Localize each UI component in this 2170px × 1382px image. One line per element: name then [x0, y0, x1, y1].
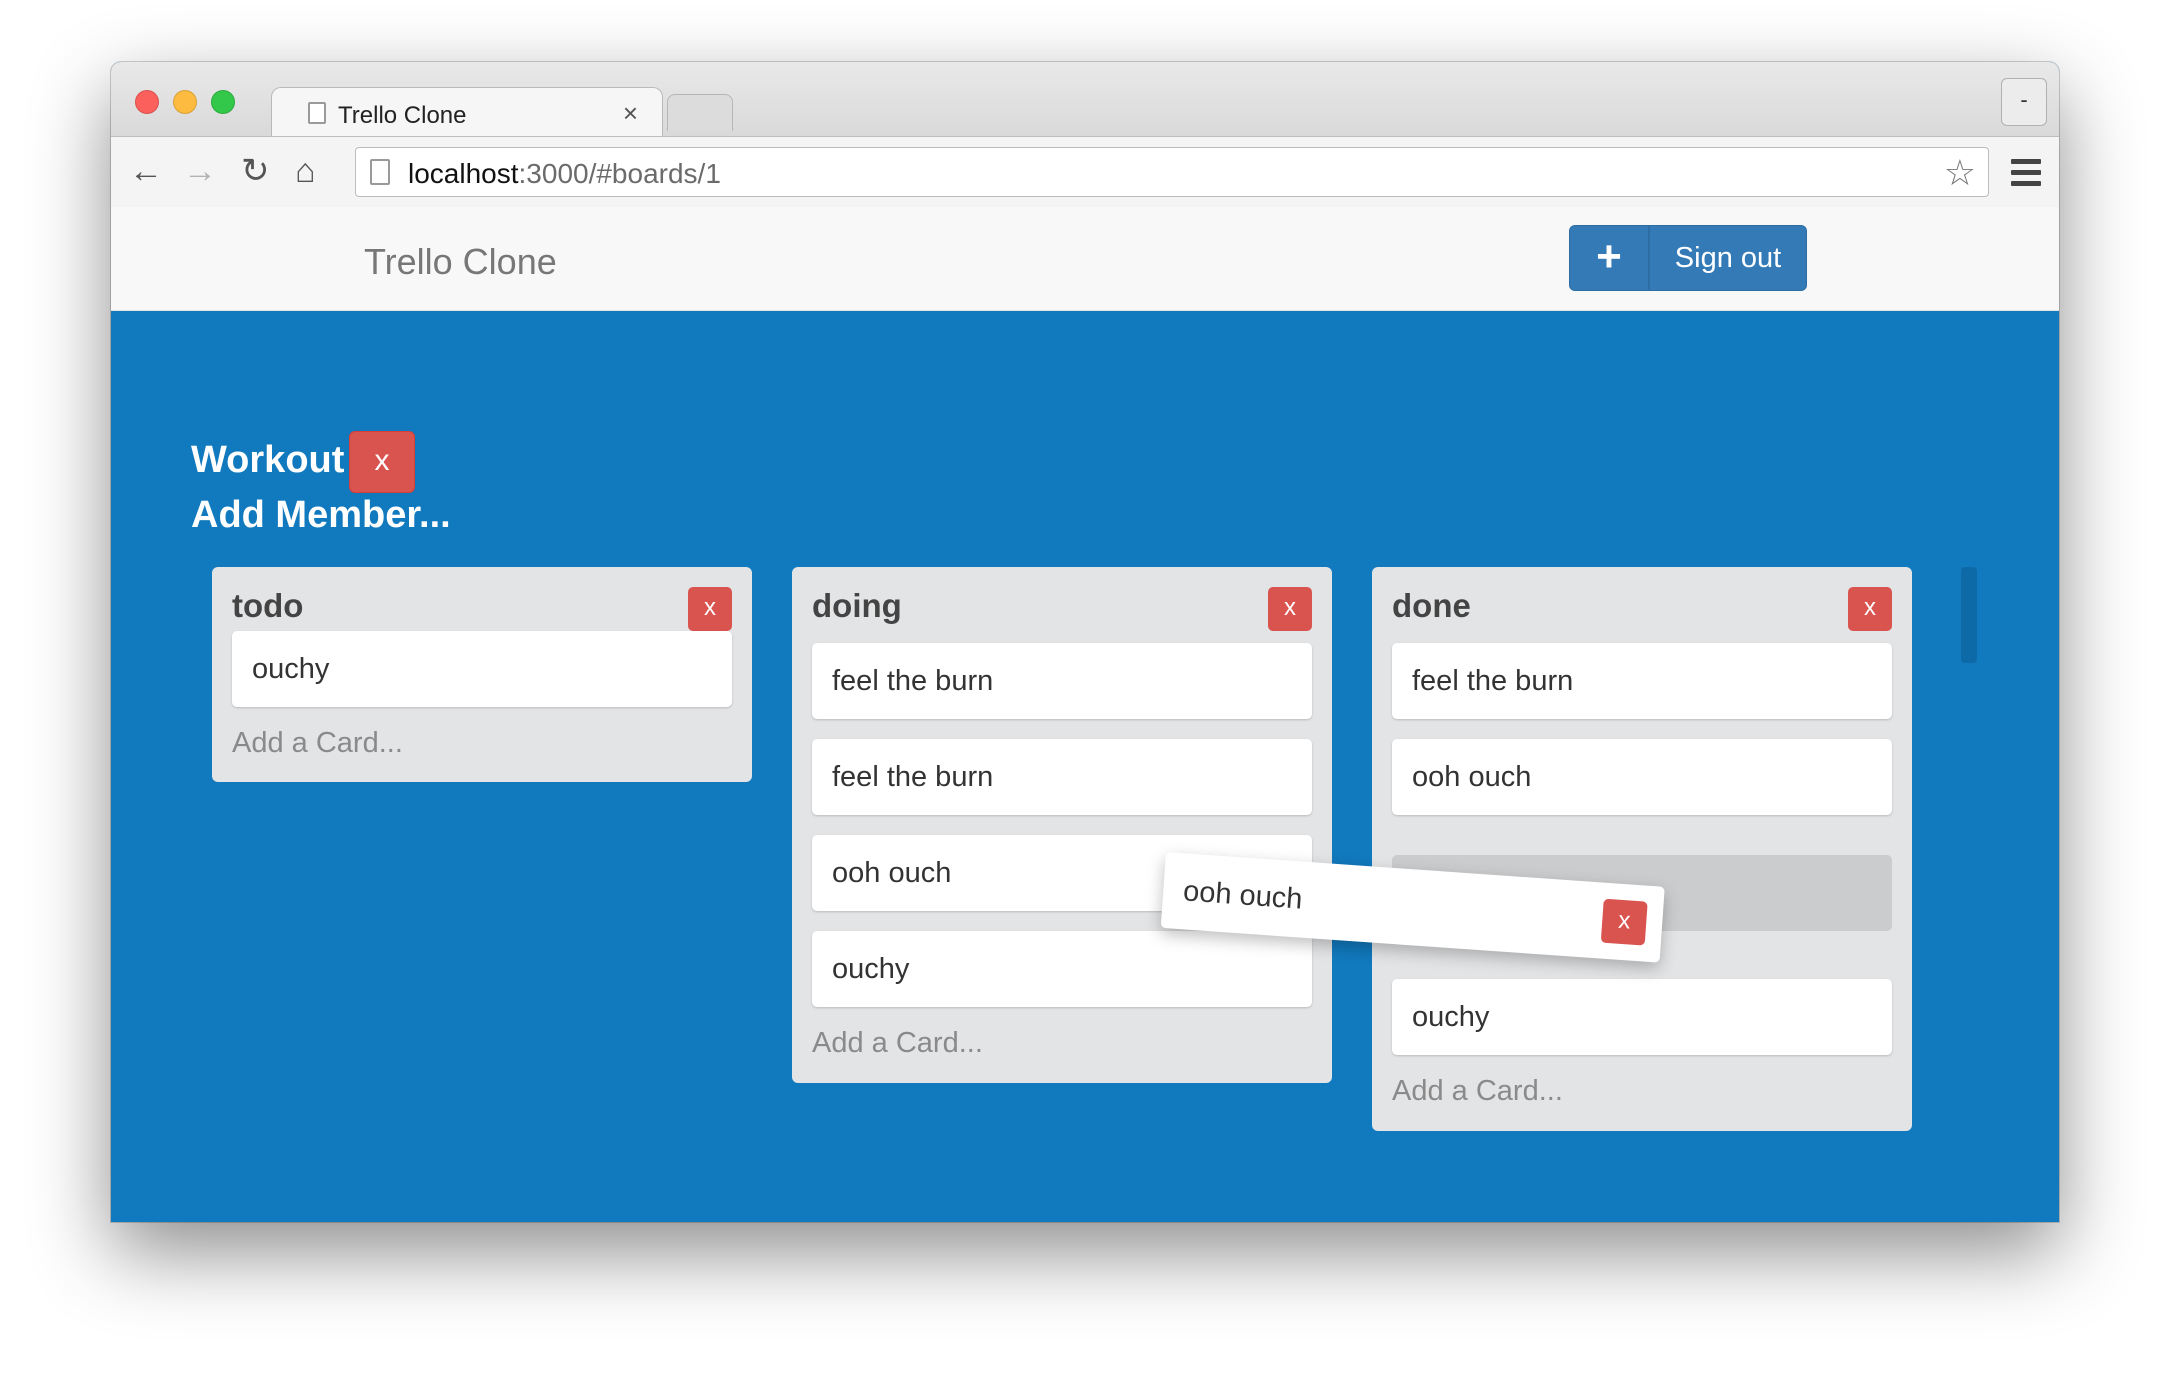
add-card-link[interactable]: Add a Card... [812, 1027, 983, 1060]
close-window-button[interactable] [135, 90, 159, 114]
browser-tab[interactable]: Trello Clone × [271, 87, 663, 138]
list-title[interactable]: doing [812, 587, 902, 625]
bookmark-star-icon[interactable]: ☆ [1944, 152, 1976, 194]
url-path: :3000/#boards/1 [518, 158, 721, 189]
add-board-button[interactable]: + [1569, 225, 1649, 291]
list-doing: doing x feel the burn feel the burn ooh … [792, 567, 1332, 1083]
forward-arrow-icon[interactable]: → [183, 151, 217, 191]
tab-title: Trello Clone [338, 102, 467, 129]
sign-out-button[interactable]: Sign out [1649, 225, 1807, 291]
app-navbar: Trello Clone + Sign out [111, 207, 2059, 311]
minimize-window-button[interactable] [173, 90, 197, 114]
tab-close-icon[interactable]: × [623, 98, 638, 129]
back-arrow-icon[interactable]: ← [129, 151, 163, 191]
address-bar[interactable]: localhost:3000/#boards/1 ☆ [355, 147, 1989, 197]
card[interactable]: ooh ouch [1392, 739, 1892, 815]
add-card-link[interactable]: Add a Card... [1392, 1075, 1563, 1108]
delete-card-button[interactable]: x [1600, 898, 1648, 946]
tab-strip: Trello Clone × - [111, 62, 2059, 138]
delete-board-button[interactable]: x [349, 431, 415, 493]
card[interactable]: feel the burn [812, 739, 1312, 815]
horizontal-scroll-indicator[interactable] [1961, 567, 1977, 663]
page-icon [308, 102, 326, 124]
list-title[interactable]: done [1392, 587, 1471, 625]
zoom-window-button[interactable] [211, 90, 235, 114]
list-title[interactable]: todo [232, 587, 303, 625]
delete-list-button[interactable]: x [1848, 587, 1892, 631]
card[interactable]: ouchy [812, 931, 1312, 1007]
window-menu-button[interactable]: - [2001, 78, 2047, 126]
list-todo: todo x ouchy Add a Card... [212, 567, 752, 782]
card[interactable]: feel the burn [812, 643, 1312, 719]
card[interactable]: feel the burn [1392, 643, 1892, 719]
delete-list-button[interactable]: x [688, 587, 732, 631]
url-text: localhost:3000/#boards/1 [408, 158, 721, 190]
hamburger-menu-icon[interactable] [2011, 159, 2041, 192]
page-icon [370, 159, 390, 185]
new-tab-button[interactable] [667, 94, 733, 131]
board-title[interactable]: Workout [191, 439, 344, 482]
home-icon[interactable]: ⌂ [295, 151, 316, 191]
delete-list-button[interactable]: x [1268, 587, 1312, 631]
card[interactable]: ouchy [232, 631, 732, 707]
reload-icon[interactable]: ↻ [241, 151, 270, 191]
card-label: ooh ouch [1182, 875, 1304, 916]
window-controls [135, 90, 235, 114]
brand-title[interactable]: Trello Clone [364, 241, 557, 283]
list-done: done x feel the burn ooh ouch ouchy Add … [1372, 567, 1912, 1131]
browser-toolbar: ← → ↻ ⌂ localhost:3000/#boards/1 ☆ [111, 136, 2059, 208]
browser-window: Trello Clone × - ← → ↻ ⌂ localhost:3000/… [111, 62, 2059, 1222]
url-host: localhost [408, 158, 519, 189]
add-member-link[interactable]: Add Member... [191, 494, 451, 537]
card[interactable]: ouchy [1392, 979, 1892, 1055]
add-card-link[interactable]: Add a Card... [232, 727, 403, 760]
